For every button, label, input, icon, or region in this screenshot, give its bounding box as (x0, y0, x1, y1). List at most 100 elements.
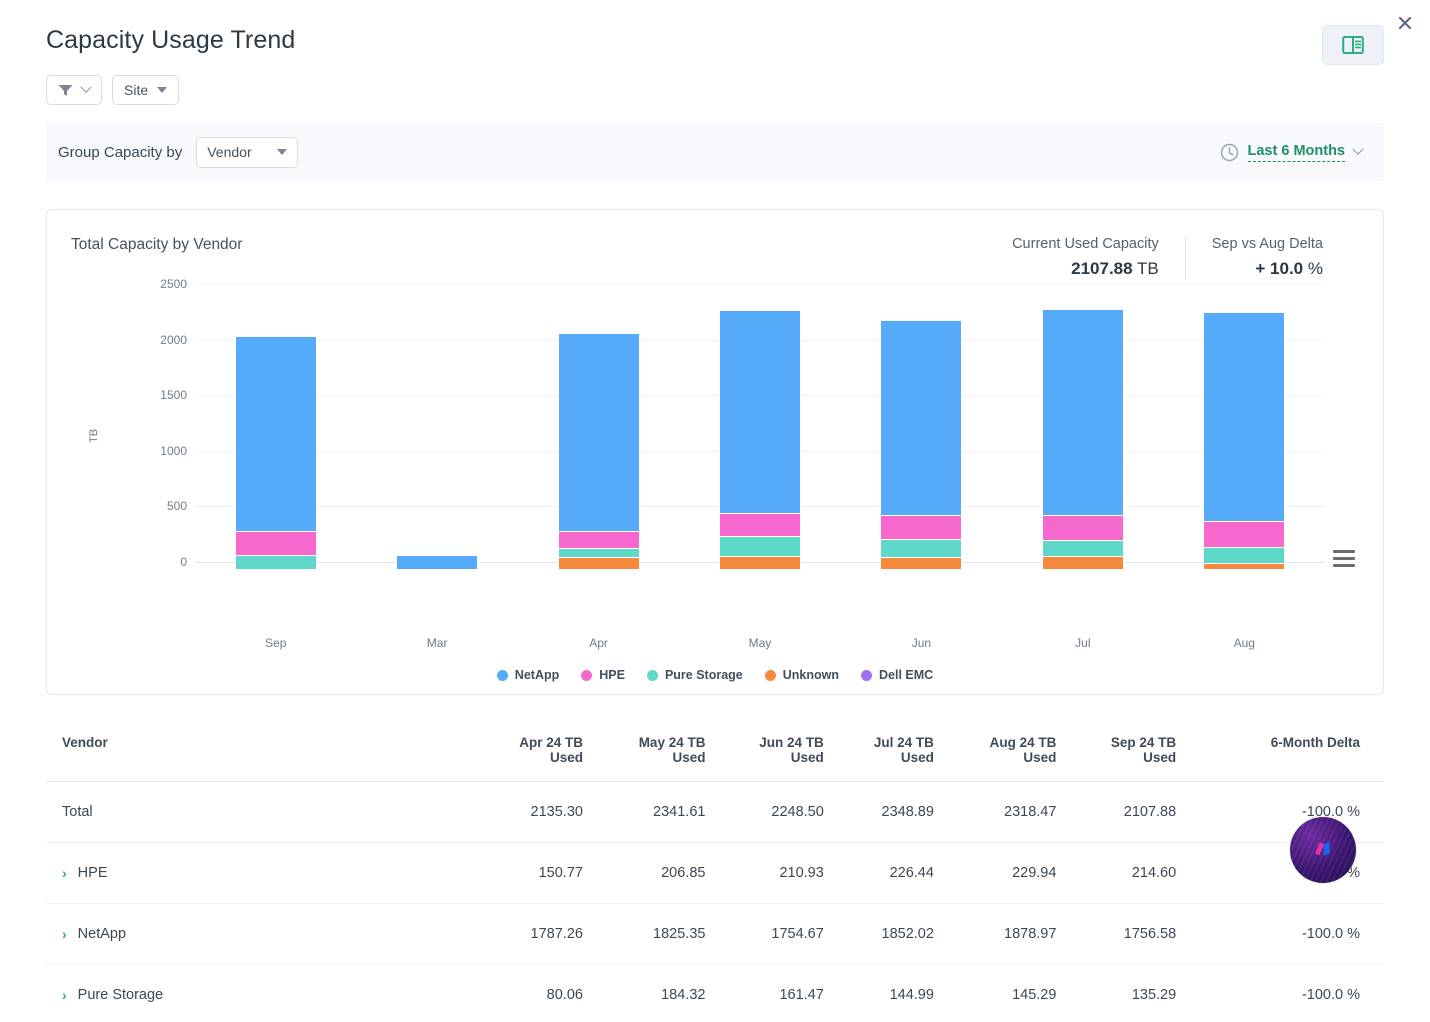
table-header-cell[interactable]: Apr 24 TB Used (466, 721, 583, 782)
table-cell-delta: -100.0 % (1176, 903, 1384, 965)
table-header-cell[interactable]: Aug 24 TB Used (933, 721, 1057, 782)
chevron-right-icon[interactable]: › (62, 988, 67, 1002)
chart-bar[interactable] (880, 319, 963, 570)
table-cell-value: 2348.89 (823, 781, 934, 843)
chart-bar-segment[interactable] (234, 554, 317, 570)
table-cell-vendor: › Pure Storage (46, 964, 466, 1022)
page-header: Capacity Usage Trend (0, 0, 1430, 65)
legend-item-unknown[interactable]: Unknown (764, 668, 839, 682)
chart-bar-segment[interactable] (1203, 312, 1286, 522)
legend-item-pure-storage[interactable]: Pure Storage (646, 668, 743, 682)
chart-bar-segment[interactable] (1041, 539, 1124, 557)
chart-bar-column[interactable] (1002, 270, 1163, 570)
brand-logo-badge (1290, 817, 1356, 883)
chart-bar-segment[interactable] (1041, 308, 1124, 515)
time-range-selector[interactable]: Last 6 Months (1220, 143, 1364, 162)
table-header-cell[interactable]: May 24 TB Used (582, 721, 706, 782)
chart-bar-column[interactable] (841, 270, 1002, 570)
x-axis-tick: Jul (1075, 636, 1091, 650)
chart-bar[interactable] (396, 555, 479, 570)
table-header-cell[interactable]: Jun 24 TB Used (705, 721, 824, 782)
table-header-cell[interactable]: 6-Month Delta (1176, 721, 1384, 782)
x-axis-tick: Aug (1233, 636, 1255, 650)
chevron-down-icon (80, 81, 92, 93)
table-header-cell[interactable]: Vendor (46, 721, 466, 782)
chart-bar-segment[interactable] (718, 309, 801, 513)
x-axis-tick: May (748, 636, 772, 650)
capacity-table-wrapper: Vendor Apr 24 TB Used May 24 TB Used Jun 24 T… (46, 721, 1384, 1022)
chart-bar-segment[interactable] (234, 531, 317, 555)
chart-bar-segment[interactable] (1041, 514, 1124, 540)
legend-item-netapp[interactable]: NetApp (496, 668, 559, 682)
legend-item-dell-emc[interactable]: Dell EMC (861, 668, 933, 682)
table-header-cell[interactable]: Sep 24 TB Used (1056, 721, 1177, 782)
table-cell-value: 144.99 (823, 964, 934, 1022)
chart-plot-area: TB 0 500 1000 1500 2000 2500 Sep Mar Apr May Jun J… (47, 270, 1383, 682)
clock-icon (1220, 143, 1239, 162)
chart-bar-column[interactable] (518, 270, 679, 570)
chart-bar-segment[interactable] (718, 512, 801, 536)
chart-bar-segment[interactable] (234, 335, 317, 532)
table-cell-vendor: › HPE (46, 842, 466, 904)
chart-bar[interactable] (557, 332, 640, 570)
chart-bar-segment[interactable] (880, 556, 963, 570)
legend-item-hpe[interactable]: HPE (581, 668, 625, 682)
chart-bar-segment[interactable] (1203, 521, 1286, 547)
close-button[interactable] (1392, 10, 1418, 36)
chart-bar-column[interactable] (195, 270, 356, 570)
kpi-label: Current Used Capacity (1012, 236, 1159, 252)
table-row[interactable]: Total 2135.30 2341.61 2248.50 2348.89 2318.47… (46, 781, 1384, 843)
filter-button[interactable] (46, 75, 102, 105)
group-capacity-select[interactable]: Vendor (196, 136, 299, 168)
chart-bar-segment[interactable] (1203, 546, 1286, 563)
table-row[interactable]: › Pure Storage 80.06 184.32 161.47 144.99 145.… (46, 964, 1384, 1022)
chart-bar-segment[interactable] (557, 556, 640, 570)
site-filter-dropdown[interactable]: Site (112, 75, 180, 105)
chart-bar[interactable] (234, 335, 317, 570)
chart-bar-segment[interactable] (718, 535, 801, 557)
table-cell-vendor: › NetApp (46, 903, 466, 965)
chart-bar[interactable] (1203, 312, 1286, 570)
table-cell-value: 135.29 (1056, 964, 1177, 1022)
legend-color-dot (581, 669, 593, 681)
chart-bars (195, 270, 1325, 570)
chart-bar-segment[interactable] (557, 548, 640, 557)
table-cell-value: 145.29 (933, 964, 1057, 1022)
chart-bar[interactable] (1041, 308, 1124, 570)
chart-bar-segment[interactable] (880, 319, 963, 516)
table-cell-value: 1852.02 (823, 903, 934, 965)
table-row[interactable]: › HPE 150.77 206.85 210.93 226.44 229.94 214.60… (46, 842, 1384, 904)
chart-bar-segment[interactable] (396, 555, 479, 570)
report-view-button[interactable] (1322, 25, 1384, 65)
table-cell-value: 2318.47 (933, 781, 1057, 843)
table-cell-value: 210.93 (705, 842, 824, 904)
caret-down-icon (157, 87, 168, 93)
chart-bar-segment[interactable] (880, 538, 963, 557)
chart-bar-column[interactable] (356, 270, 517, 570)
table-cell-value: 1754.67 (705, 903, 824, 965)
chevron-right-icon[interactable]: › (62, 866, 67, 880)
table-cell-value: 150.77 (466, 842, 583, 904)
chart-bar-segment[interactable] (718, 556, 801, 570)
table-cell-delta: -100.0 % (1176, 781, 1384, 843)
close-icon (1398, 16, 1412, 30)
y-axis-tick: 2500 (160, 277, 187, 291)
table-cell-value: 229.94 (933, 842, 1057, 904)
chart-bar[interactable] (718, 309, 801, 570)
chart-bar-segment[interactable] (557, 531, 640, 549)
x-axis-tick: Sep (265, 636, 287, 650)
table-header-cell[interactable]: Jul 24 TB Used (823, 721, 934, 782)
chart-bar-segment[interactable] (1203, 562, 1286, 570)
table-row-label: Total (62, 804, 93, 820)
chart-bar-column[interactable] (1164, 270, 1325, 570)
chart-bar-segment[interactable] (557, 332, 640, 532)
table-row[interactable]: › NetApp 1787.26 1825.35 1754.67 1852.02 1878.… (46, 903, 1384, 965)
chart-bar-segment[interactable] (1041, 556, 1124, 570)
chart-bar-column[interactable] (679, 270, 840, 570)
table-header-row: Vendor Apr 24 TB Used May 24 TB Used Jun 24 T… (46, 721, 1384, 782)
page-title: Capacity Usage Trend (46, 26, 296, 54)
chart-legend: NetApp HPE Pure Storage Unknown Dell EMC (47, 668, 1383, 682)
y-axis-tick: 2000 (160, 332, 187, 347)
chart-bar-segment[interactable] (880, 515, 963, 539)
chevron-right-icon[interactable]: › (62, 927, 67, 941)
